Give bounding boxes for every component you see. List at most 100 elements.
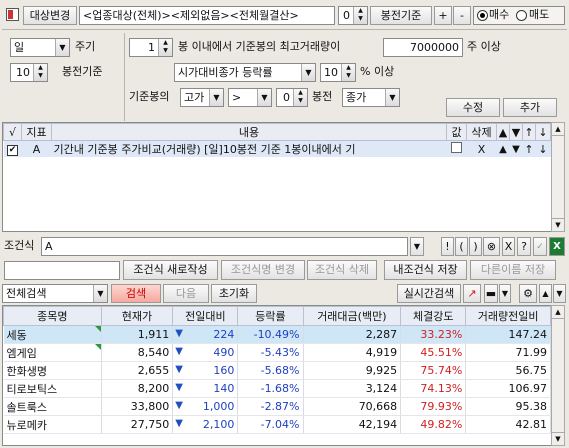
expand-icon[interactable]: ▼ [553, 284, 566, 303]
save-as-button[interactable]: 다른이름 저장 [470, 260, 556, 280]
my-save-button[interactable]: 내조건식 저장 [384, 260, 467, 280]
results-scrollbar[interactable]: ▲ ▼ [551, 305, 565, 446]
condition-move-top[interactable]: ↑ [523, 141, 536, 158]
pct-spin[interactable]: 10 ▲ ▼ [320, 63, 356, 82]
prev-change: ▼ 160 [172, 361, 239, 380]
menu-icon[interactable]: ▬ [484, 284, 498, 303]
condition-text: 기간내 기준봉 주가비교(거래량) [일]10봉전 기준 1봉이내에서 기 [53, 143, 356, 156]
excel-icon[interactable]: X [549, 237, 565, 256]
ref-offset-spin[interactable]: 0 ▲ ▼ [276, 88, 308, 107]
add-button[interactable]: 추가 [503, 98, 557, 117]
change-rate: -10.49% [237, 325, 304, 344]
prev-change-value: 2,100 [202, 418, 235, 431]
settings-gear-icon[interactable]: ⚙ [519, 284, 537, 303]
candle-offset-value: 0 [343, 9, 350, 22]
formula-dropdown[interactable]: ▼ [410, 237, 424, 256]
op-not-button[interactable]: ! [441, 237, 454, 256]
change-rate: -1.68% [237, 379, 304, 398]
change-rate: -5.43% [237, 343, 304, 362]
apply-formula-icon[interactable]: ✓ [533, 237, 547, 256]
ref-op-combo[interactable]: > ▼ [228, 88, 272, 107]
ref-target-combo[interactable]: 종가 ▼ [342, 88, 400, 107]
formula-label: 조건식 [4, 239, 35, 252]
col-amount[interactable]: 거래대금(백만) [302, 306, 402, 326]
rename-button[interactable]: 조건식명 변경 [221, 260, 305, 280]
volume-ratio: 71.99 [465, 343, 551, 362]
trade-amount: 9,925 [303, 361, 402, 380]
condition-move-down[interactable]: ▼ [510, 141, 523, 158]
result-row[interactable]: 티로보틱스 8,200 ▼ 140 -1.68% 3,124 74.13% 106.97 [3, 379, 551, 398]
op-close-paren-button[interactable]: ) [469, 237, 482, 256]
op-xor-button[interactable]: ⊗ [483, 237, 500, 256]
result-row[interactable]: 세동 1,911 ▼ 224 -10.49% 2,287 33.23% 147.24 [3, 325, 551, 344]
volume-ratio: 95.38 [465, 397, 551, 416]
search-button[interactable]: 검색 [111, 284, 161, 303]
current-price: 1,911 [101, 325, 174, 344]
quick-create-button[interactable]: 조건식 새로작성 [123, 260, 218, 280]
down-arrow-icon: ▼ [175, 328, 183, 339]
cond-header-indicator: 지표 [21, 123, 52, 141]
buy-radio[interactable] [477, 10, 488, 21]
down-arrow-icon: ▼ [175, 346, 183, 357]
condition-move-up[interactable]: ▲ [497, 141, 510, 158]
cond-header-delete: 삭제 [466, 123, 497, 141]
within-spin[interactable]: 1 ▲ ▼ [129, 38, 173, 57]
condition-name-input[interactable] [4, 261, 120, 280]
help-button[interactable]: ? [517, 237, 531, 256]
candle-offset-spin[interactable]: 0 ▲ ▼ [338, 6, 368, 25]
formula-input[interactable]: A [41, 237, 408, 256]
menu-dropdown-icon[interactable]: ▼ [499, 284, 511, 303]
result-row[interactable]: 솔트룩스 33,800 ▼ 1,000 -2.87% 70,668 79.93% 95.38 [3, 397, 551, 416]
delete-condition-button[interactable]: 조건식 삭제 [307, 260, 377, 280]
cond-header-check: √ [3, 123, 22, 141]
within-value: 1 [148, 41, 155, 54]
stock-name: 솔트룩스 [3, 397, 102, 416]
prev-change-value: 160 [213, 364, 235, 377]
scope-combo[interactable]: 전체검색 ▼ [2, 284, 108, 303]
chart-icon[interactable]: ↗ [463, 284, 481, 303]
col-change[interactable]: 전일대비 [172, 306, 239, 326]
ref-offset-label: 봉전 [312, 90, 333, 103]
next-button[interactable]: 다음 [163, 284, 209, 303]
condition-grid-scrollbar[interactable]: ▲ ▼ [551, 122, 565, 232]
minus-button[interactable]: - [453, 6, 471, 25]
plus-button[interactable]: + [434, 6, 452, 25]
result-row[interactable]: 한화생명 2,655 ▼ 160 -5.68% 9,925 75.74% 56.75 [3, 361, 551, 380]
stock-name: 엠게임 [3, 343, 102, 362]
flag-marker [94, 344, 101, 350]
cond-header-bottom: ↓ [535, 123, 551, 141]
trade-strength: 74.13% [400, 379, 467, 398]
realtime-search-button[interactable]: 실시간검색 [397, 284, 461, 303]
target-change-button[interactable]: 대상변경 [23, 6, 77, 25]
sell-radio[interactable] [516, 10, 527, 21]
reset-button[interactable]: 초기화 [211, 284, 257, 303]
pct-suffix: % 이상 [360, 65, 395, 78]
op-open-paren-button[interactable]: ( [455, 237, 468, 256]
col-price[interactable]: 현재가 [100, 306, 174, 326]
condition-value-checkbox[interactable] [451, 142, 462, 153]
pct-value: 10 [324, 66, 338, 79]
modify-button[interactable]: 수정 [446, 98, 500, 117]
compare-combo[interactable]: 시가대비종가 등락률 ▼ [174, 63, 316, 82]
condition-move-bottom[interactable]: ↓ [536, 141, 551, 158]
period-combo[interactable]: 일 ▼ [10, 38, 70, 57]
sell-label: 매도 [529, 8, 550, 21]
condition-delete-button[interactable]: X [467, 141, 497, 158]
col-vol-ratio[interactable]: 거래량전일비 [465, 306, 551, 326]
result-row[interactable]: 뉴로메카 27,750 ▼ 2,100 -7.04% 42,194 49.82% 42.81 [3, 415, 551, 434]
cond-header-content: 내용 [51, 123, 447, 141]
col-name[interactable]: 종목명 [3, 306, 102, 326]
ref-price-combo[interactable]: 고가 ▼ [180, 88, 224, 107]
col-strength[interactable]: 체결강도 [400, 306, 467, 326]
trade-amount: 2,287 [303, 325, 402, 344]
result-row[interactable]: 엠게임 8,540 ▼ 490 -5.43% 4,919 45.51% 71.99 [3, 343, 551, 362]
volume-input[interactable]: 7000000 [383, 38, 463, 57]
condition-checkbox[interactable]: ✔ [7, 145, 18, 156]
condition-row[interactable]: ✔ A 기간내 기준봉 주가비교(거래량) [일]10봉전 기준 1봉이내에서 … [3, 140, 551, 158]
collapse-icon[interactable]: ▲ [539, 284, 552, 303]
down-arrow-icon: ▼ [175, 382, 183, 393]
op-delete-button[interactable]: X [502, 237, 515, 256]
col-rate[interactable]: 등락률 [237, 306, 304, 326]
candle-basis-button[interactable]: 봉전기준 [370, 6, 432, 25]
basis-spin[interactable]: 10 ▲ ▼ [10, 63, 48, 82]
